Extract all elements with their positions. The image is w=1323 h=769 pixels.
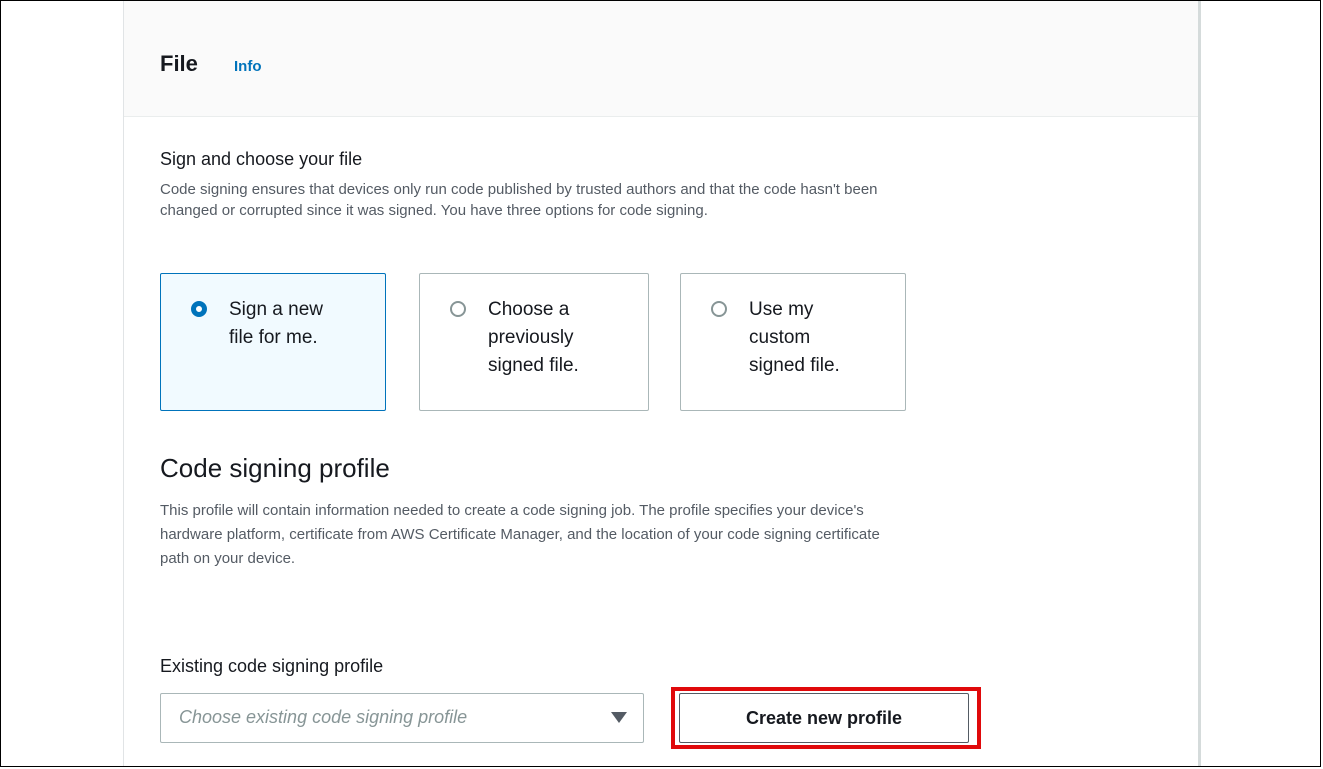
option-sign-new-file[interactable]: Sign a new file for me. bbox=[160, 273, 386, 411]
option-label: Use my custom signed file. bbox=[749, 299, 840, 376]
existing-profile-select[interactable]: Choose existing code signing profile bbox=[160, 693, 644, 743]
radio-unchecked-icon[interactable] bbox=[450, 301, 466, 317]
option-label: Choose a previously signed file. bbox=[488, 299, 579, 376]
profile-section-title: Code signing profile bbox=[160, 453, 390, 483]
info-link[interactable]: Info bbox=[234, 58, 262, 75]
file-panel: File Info Sign and choose your file Code… bbox=[123, 1, 1201, 766]
profile-section-description: This profile will contain information ne… bbox=[160, 502, 880, 567]
option-use-custom-signed[interactable]: Use my custom signed file. bbox=[680, 273, 906, 411]
option-choose-previously-signed[interactable]: Choose a previously signed file. bbox=[419, 273, 649, 411]
caret-down-icon[interactable] bbox=[611, 712, 627, 723]
sign-section-description: Code signing ensures that devices only r… bbox=[160, 181, 878, 219]
panel-header: File Info bbox=[124, 1, 1198, 117]
create-new-profile-button[interactable]: Create new profile bbox=[679, 693, 969, 743]
screenshot-frame: File Info Sign and choose your file Code… bbox=[0, 0, 1321, 767]
radio-unchecked-icon[interactable] bbox=[711, 301, 727, 317]
select-placeholder: Choose existing code signing profile bbox=[179, 707, 468, 727]
existing-profile-label: Existing code signing profile bbox=[160, 656, 384, 676]
option-label: Sign a new file for me. bbox=[229, 299, 324, 348]
sign-section-title: Sign and choose your file bbox=[160, 149, 363, 169]
radio-checked-icon[interactable] bbox=[191, 301, 207, 317]
panel-title: File bbox=[160, 51, 198, 76]
